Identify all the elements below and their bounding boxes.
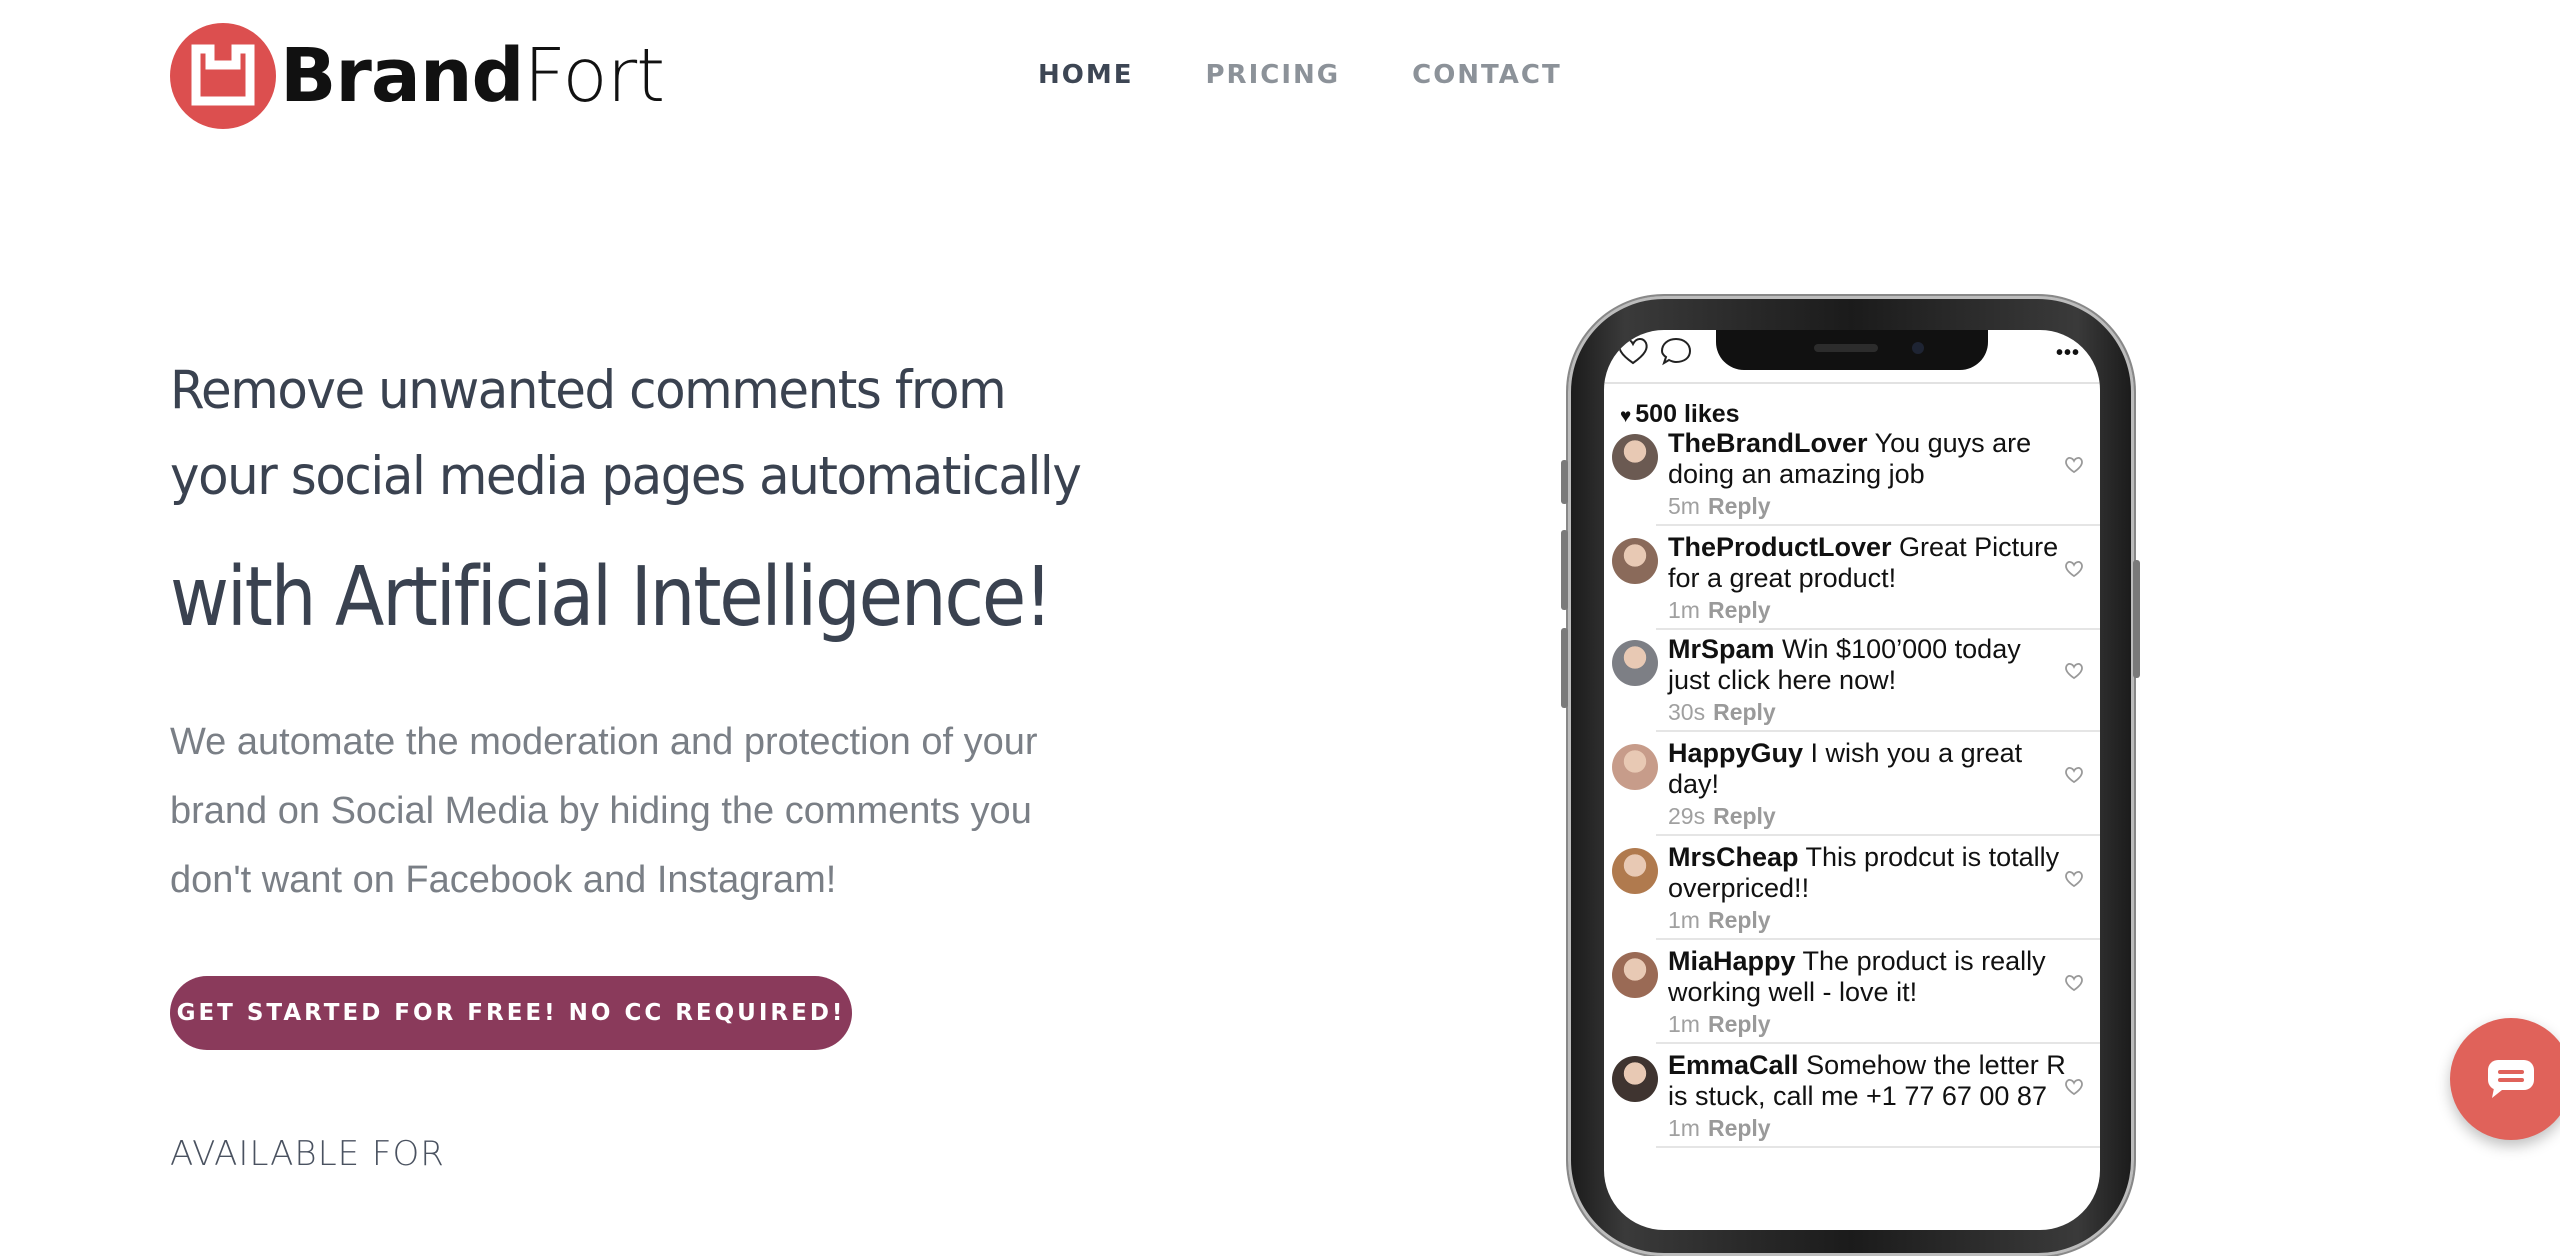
- comment-text: TheProductLover Great Picture for a grea…: [1668, 532, 2068, 594]
- comment-meta: 30s Reply: [1668, 699, 1776, 726]
- avatar[interactable]: [1612, 848, 1658, 894]
- speech-bubble-icon[interactable]: [1660, 336, 1694, 371]
- main-nav: HOME PRICING CONTACT: [1038, 60, 1562, 90]
- comment-text: TheBrandLover You guys are doing an amaz…: [1668, 428, 2068, 490]
- comment-time: 30s: [1668, 699, 1706, 725]
- heart-outline-icon[interactable]: [2064, 662, 2084, 685]
- phone-screen: ••• ♥ 500 likes TheBrandLover You guys ar…: [1604, 330, 2100, 1230]
- comment-username[interactable]: TheBrandLover: [1668, 428, 1868, 458]
- comment-time: 29s: [1668, 803, 1706, 829]
- nav-pricing[interactable]: PRICING: [1206, 60, 1341, 90]
- reply-link[interactable]: Reply: [1708, 1011, 1771, 1037]
- avatar[interactable]: [1612, 744, 1658, 790]
- comment-text: HappyGuy I wish you a great day!: [1668, 738, 2068, 800]
- heart-outline-icon[interactable]: [2064, 560, 2084, 583]
- comment-meta: 1m Reply: [1668, 1115, 1771, 1142]
- comment-item: MiaHappy The product is really working w…: [1604, 940, 2100, 1044]
- phone-volume-down: [1561, 628, 1568, 708]
- comment-username[interactable]: MiaHappy: [1668, 946, 1796, 976]
- comment-text: EmmaCall Somehow the letter R is stuck, …: [1668, 1050, 2068, 1112]
- heart-outline-icon[interactable]: [1616, 336, 1650, 371]
- comment-username[interactable]: TheProductLover: [1668, 532, 1892, 562]
- hero-description: We automate the moderation and protectio…: [170, 721, 1038, 901]
- castle-logo-icon: [170, 23, 276, 129]
- reply-link[interactable]: Reply: [1708, 493, 1771, 519]
- nav-home[interactable]: HOME: [1038, 60, 1134, 90]
- hero-headline-line-1: Remove unwanted comments from: [170, 360, 1007, 421]
- heart-outline-icon[interactable]: [2064, 870, 2084, 893]
- comment-username[interactable]: HappyGuy: [1668, 738, 1803, 768]
- avatar[interactable]: [1612, 434, 1658, 480]
- brand-name: BrandFort: [280, 33, 665, 119]
- comment-username[interactable]: EmmaCall: [1668, 1050, 1799, 1080]
- phone-notch: [1716, 330, 1988, 370]
- brand-logo[interactable]: BrandFort: [170, 23, 665, 129]
- reply-link[interactable]: Reply: [1708, 907, 1771, 933]
- avatar[interactable]: [1612, 952, 1658, 998]
- comment-time: 1m: [1668, 1115, 1700, 1141]
- comment-meta: 1m Reply: [1668, 907, 1771, 934]
- comment-item: EmmaCall Somehow the letter R is stuck, …: [1604, 1044, 2100, 1148]
- reply-link[interactable]: Reply: [1708, 1115, 1771, 1141]
- get-started-button[interactable]: GET STARTED FOR FREE! NO CC REQUIRED!: [170, 976, 852, 1050]
- nav-contact[interactable]: CONTACT: [1412, 60, 1562, 90]
- comment-meta: 5m Reply: [1668, 493, 1771, 520]
- comment-text: MiaHappy The product is really working w…: [1668, 946, 2068, 1008]
- more-dots-icon[interactable]: •••: [2056, 342, 2080, 365]
- phone-mute-switch: [1561, 460, 1568, 504]
- post-actions: [1616, 336, 1694, 371]
- reply-link[interactable]: Reply: [1708, 597, 1771, 623]
- comment-meta: 1m Reply: [1668, 597, 1771, 624]
- comment-time: 1m: [1668, 1011, 1700, 1037]
- comment-text: MrsCheap This prodcut is totally overpri…: [1668, 842, 2068, 904]
- hero-headline-line-2: your social media pages automatically: [170, 446, 1082, 507]
- comment-item: HappyGuy I wish you a great day! 29s Reply: [1604, 732, 2100, 836]
- avatar[interactable]: [1612, 1056, 1658, 1102]
- heart-outline-icon[interactable]: [2064, 766, 2084, 789]
- comment-item: MrsCheap This prodcut is totally overpri…: [1604, 836, 2100, 940]
- comment-item: TheProductLover Great Picture for a grea…: [1604, 526, 2100, 630]
- reply-link[interactable]: Reply: [1713, 803, 1776, 829]
- phone-volume-up: [1561, 530, 1568, 610]
- reply-link[interactable]: Reply: [1713, 699, 1776, 725]
- comment-item: TheBrandLover You guys are doing an amaz…: [1604, 422, 2100, 526]
- heart-outline-icon[interactable]: [2064, 974, 2084, 997]
- avatar[interactable]: [1612, 538, 1658, 584]
- comment-text: MrSpam Win $100’000 today just click her…: [1668, 634, 2068, 696]
- heart-outline-icon[interactable]: [2064, 1078, 2084, 1101]
- comment-time: 1m: [1668, 597, 1700, 623]
- chat-widget-button[interactable]: [2450, 1018, 2560, 1140]
- comment-meta: 29s Reply: [1668, 803, 1776, 830]
- phone-power-button: [2133, 560, 2140, 678]
- comment-meta: 1m Reply: [1668, 1011, 1771, 1038]
- avatar[interactable]: [1612, 640, 1658, 686]
- chat-bubble-icon: [2488, 1060, 2534, 1098]
- comment-time: 5m: [1668, 493, 1700, 519]
- comment-item: MrSpam Win $100’000 today just click her…: [1604, 628, 2100, 732]
- available-for-label: AVAILABLE FOR: [170, 1134, 445, 1174]
- comment-username[interactable]: MrSpam: [1668, 634, 1775, 664]
- hero-headline-line-3: with Artificial Intelligence!: [170, 550, 1053, 645]
- comment-time: 1m: [1668, 907, 1700, 933]
- comment-username[interactable]: MrsCheap: [1668, 842, 1799, 872]
- heart-outline-icon[interactable]: [2064, 456, 2084, 479]
